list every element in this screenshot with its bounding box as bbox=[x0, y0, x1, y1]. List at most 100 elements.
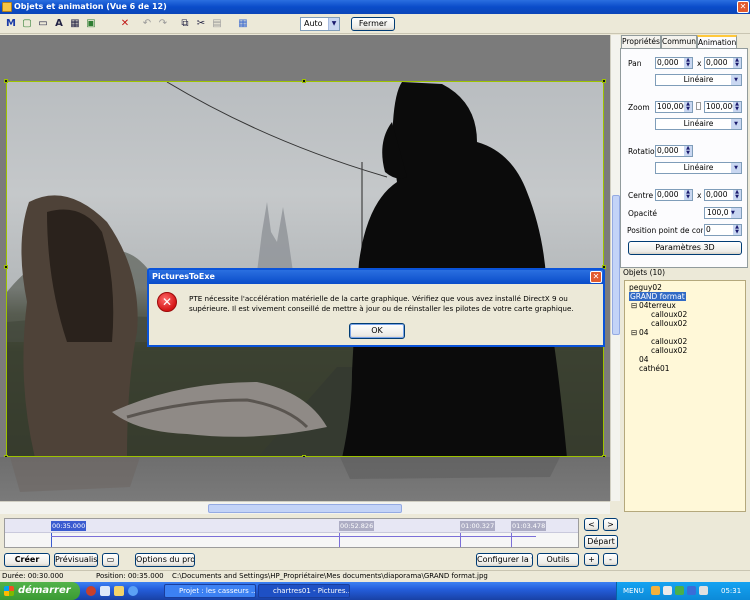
dialog-close-button[interactable]: ✕ bbox=[590, 271, 602, 283]
paste-icon[interactable]: ▤ bbox=[210, 17, 224, 31]
params-3d-button[interactable]: Paramètres 3D bbox=[628, 241, 742, 255]
add-text-icon[interactable]: A bbox=[52, 17, 66, 31]
center-x-input[interactable]: 0,000 ▲ ▼ bbox=[655, 189, 693, 201]
selection-handle[interactable] bbox=[4, 265, 8, 269]
opacity-select[interactable]: 100,0 ▼ bbox=[704, 207, 742, 219]
taskbar-item[interactable]: Projet : les casseurs ... bbox=[164, 584, 256, 598]
center-x-value: 0,000 bbox=[657, 190, 679, 199]
timeline[interactable]: 00:35.000 00:52.826 01:00.327 01:03.478 bbox=[4, 518, 579, 548]
tree-expander-icon[interactable]: ⊟ bbox=[631, 328, 637, 337]
tab-animation[interactable]: Animation bbox=[697, 35, 737, 49]
add-mask-icon[interactable]: M bbox=[4, 17, 18, 31]
objects-tree[interactable]: peguy02 GRAND format ⊟ 04terreux calloux… bbox=[624, 280, 746, 512]
spin-icon[interactable]: ▲ ▼ bbox=[733, 58, 741, 68]
project-options-button[interactable]: Options du projet bbox=[135, 553, 195, 567]
undo-icon[interactable]: ↶ bbox=[140, 17, 154, 31]
tree-item-selected[interactable]: GRAND format bbox=[629, 292, 686, 301]
scroll-thumb[interactable] bbox=[612, 195, 620, 335]
selection-handle[interactable] bbox=[4, 79, 8, 83]
tree-item[interactable]: 04terreux bbox=[639, 301, 676, 310]
remove-keyframe-button[interactable]: - bbox=[603, 553, 618, 566]
tray-icon[interactable] bbox=[663, 586, 672, 595]
tray-menu-label[interactable]: MENU bbox=[623, 582, 644, 600]
selection-handle[interactable] bbox=[302, 79, 306, 83]
copy-icon[interactable]: ⧉ bbox=[178, 17, 192, 31]
zoom-y-input[interactable]: 100,000 ▲ ▼ bbox=[704, 101, 742, 113]
horizontal-scrollbar[interactable] bbox=[0, 501, 610, 514]
rotation-mode-select[interactable]: Linéaire ▼ bbox=[655, 162, 742, 174]
quicklaunch-icon[interactable] bbox=[114, 586, 124, 596]
pan-label: Pan bbox=[628, 59, 642, 68]
close-button[interactable]: Fermer bbox=[351, 17, 395, 31]
selection-handle[interactable] bbox=[602, 79, 606, 83]
quicklaunch-icon[interactable] bbox=[100, 586, 110, 596]
tab-properties[interactable]: Propriétés bbox=[621, 35, 661, 48]
add-button-icon[interactable]: ▦ bbox=[68, 17, 82, 31]
timeline-marker[interactable]: 00:52.826 bbox=[339, 521, 375, 531]
preview-button[interactable]: Prévisualiser bbox=[54, 553, 98, 567]
quicklaunch-icon[interactable] bbox=[86, 586, 96, 596]
configure-view-button[interactable]: Configurer la vue bbox=[476, 553, 533, 567]
control-point-input[interactable]: 0 ▲ ▼ bbox=[704, 224, 742, 236]
pan-x-input[interactable]: 0,000 ▲ ▼ bbox=[655, 57, 693, 69]
pan-mode-select[interactable]: Linéaire ▼ bbox=[655, 74, 742, 86]
spin-icon[interactable]: ▲ ▼ bbox=[733, 190, 741, 200]
dialog-title: PicturesToExe bbox=[149, 270, 603, 284]
zoom-combo[interactable]: Auto ▼ bbox=[300, 17, 340, 31]
prev-keyframe-button[interactable]: < bbox=[584, 518, 599, 531]
timeline-marker[interactable]: 01:00.327 bbox=[460, 521, 496, 531]
tree-item[interactable]: calloux02 bbox=[651, 319, 687, 328]
tree-item[interactable]: calloux02 bbox=[651, 346, 687, 355]
window-close-button[interactable]: ✕ bbox=[737, 1, 749, 13]
tray-icon[interactable] bbox=[651, 586, 660, 595]
zoom-link-checkbox[interactable] bbox=[696, 102, 701, 110]
add-frame-icon[interactable]: ▢ bbox=[20, 17, 34, 31]
next-keyframe-button[interactable]: > bbox=[603, 518, 618, 531]
zoom-mode-select[interactable]: Linéaire ▼ bbox=[655, 118, 742, 130]
delete-icon[interactable]: ✕ bbox=[118, 17, 132, 31]
spin-icon[interactable]: ▲ ▼ bbox=[733, 102, 741, 112]
spin-icon[interactable]: ▲ ▼ bbox=[684, 58, 692, 68]
spin-icon[interactable]: ▲ ▼ bbox=[684, 146, 692, 156]
error-dialog: PicturesToExe ✕ ✕ PTE nécessite l'accélé… bbox=[147, 268, 605, 347]
cut-icon[interactable]: ✂ bbox=[194, 17, 208, 31]
spin-icon[interactable]: ▲ ▼ bbox=[733, 225, 741, 235]
volume-icon[interactable] bbox=[699, 586, 708, 595]
spin-icon[interactable]: ▲ ▼ bbox=[684, 190, 692, 200]
pan-y-input[interactable]: 0,000 ▲ ▼ bbox=[704, 57, 742, 69]
center-y-input[interactable]: 0,000 ▲ ▼ bbox=[704, 189, 742, 201]
timeline-marker[interactable]: 01:03.478 bbox=[511, 521, 547, 531]
start-button[interactable]: démarrer bbox=[0, 582, 80, 600]
add-rectangle-icon[interactable]: ▭ bbox=[36, 17, 50, 31]
timeline-ruler[interactable]: 00:35.000 00:52.826 01:00.327 01:03.478 bbox=[5, 519, 578, 533]
zoom-x-input[interactable]: 100,000 ▲ ▼ bbox=[655, 101, 693, 113]
create-button[interactable]: Créer bbox=[4, 553, 50, 567]
tree-item[interactable]: calloux02 bbox=[651, 310, 687, 319]
tray-icon[interactable] bbox=[675, 586, 684, 595]
tree-item[interactable]: cathé01 bbox=[639, 364, 670, 373]
tree-item[interactable]: calloux02 bbox=[651, 337, 687, 346]
quicklaunch-icon[interactable] bbox=[128, 586, 138, 596]
redo-icon[interactable]: ↷ bbox=[156, 17, 170, 31]
file-path-status: C:\Documents and Settings\HP_Propriétair… bbox=[172, 572, 488, 580]
vertical-scrollbar[interactable] bbox=[610, 35, 620, 501]
start-button[interactable]: Départ bbox=[584, 535, 618, 549]
rotation-input[interactable]: 0,000 ▲ ▼ bbox=[655, 145, 693, 157]
tools-button[interactable]: Outils bbox=[537, 553, 579, 567]
tree-item[interactable]: peguy02 bbox=[629, 283, 662, 292]
tree-expander-icon[interactable]: ⊟ bbox=[631, 301, 637, 310]
tree-item[interactable]: 04 bbox=[639, 328, 649, 337]
tree-item[interactable]: 04 bbox=[639, 355, 649, 364]
grid-icon[interactable]: ▦ bbox=[236, 17, 250, 31]
screen-icon[interactable]: ▭ bbox=[102, 553, 119, 567]
scroll-thumb[interactable] bbox=[208, 504, 402, 513]
spin-icon[interactable]: ▲ ▼ bbox=[684, 102, 692, 112]
tab-common[interactable]: Commun bbox=[661, 35, 697, 48]
add-image-icon[interactable]: ▣ bbox=[84, 17, 98, 31]
pan-mode-value: Linéaire bbox=[683, 75, 714, 84]
add-keyframe-button[interactable]: + bbox=[584, 553, 599, 566]
tray-icon[interactable] bbox=[687, 586, 696, 595]
taskbar-item-active[interactable]: chartres01 - Pictures... bbox=[258, 584, 350, 598]
timeline-marker-current[interactable]: 00:35.000 bbox=[51, 521, 87, 531]
ok-button[interactable]: OK bbox=[349, 323, 405, 339]
